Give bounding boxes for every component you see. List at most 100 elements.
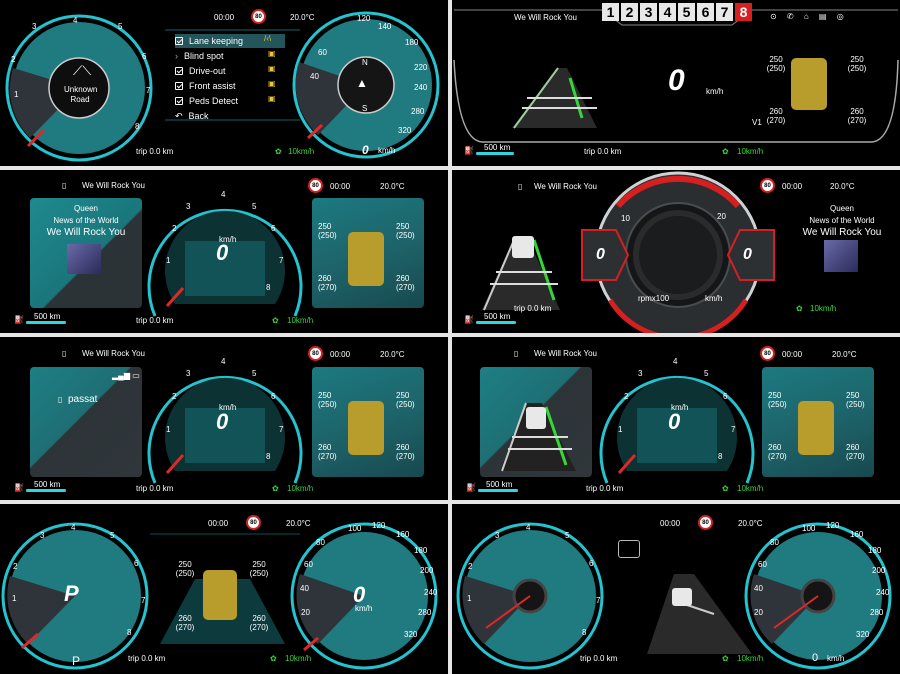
dist-top-left: 250 (250) (318, 391, 337, 409)
tach-label-6: 6 (134, 559, 139, 568)
clock: 00:00 (660, 519, 681, 528)
trip-value: trip 0.0 km (136, 147, 174, 156)
dist-top-right: 250 (250) (249, 560, 269, 578)
speed-unit: km/h (355, 604, 373, 613)
clock: 00:00 (782, 350, 803, 359)
clock: 00:00 (330, 350, 351, 359)
speed-limit-sign: 80 (308, 178, 323, 193)
menu-item-peds-detect[interactable]: Peds Detect (175, 94, 238, 108)
dist-bottom-left: 260 (270) (318, 274, 337, 292)
range-bar (26, 489, 66, 492)
rpm-unit: km/h (671, 403, 689, 412)
speed-label-200: 200 (872, 566, 886, 575)
media-artist: Queen (73, 204, 99, 213)
eco-icon: ✿ (722, 654, 729, 663)
checkbox-icon (175, 97, 183, 105)
clock: 00:00 (208, 519, 229, 528)
tach-label-6: 6 (142, 52, 147, 61)
trip-value: trip 0.0 km (584, 147, 622, 156)
eco-icon: ✿ (272, 316, 279, 325)
clock: 00:00 (782, 182, 803, 191)
menu-item-blind-spot[interactable]: › Blind spot (175, 49, 224, 63)
tach-label-7: 7 (141, 596, 146, 605)
rpm-unit: km/h (219, 403, 237, 412)
dist-bottom-left: 260 (270) (175, 614, 195, 632)
fuel-icon: ⛽ (14, 315, 24, 324)
tach-label-3: 3 (638, 369, 643, 378)
gear-4: 4 (659, 3, 676, 21)
speed-label-100: 100 (348, 524, 362, 533)
speed-unit: km/h (827, 654, 845, 663)
tach-label-1: 1 (166, 256, 171, 265)
media-card[interactable]: Queen News of the World We Will Rock You (30, 198, 142, 308)
tach-label-2: 2 (13, 562, 18, 571)
eco-icon: ✿ (272, 484, 279, 493)
dist-top-left: 250 (250) (766, 55, 786, 73)
gear-7: 7 (716, 3, 733, 21)
checkbox-icon (175, 67, 183, 75)
gear-2: 2 (621, 3, 638, 21)
range-bar (478, 489, 518, 492)
menu-item-back[interactable]: ↶ Back (175, 109, 209, 123)
tach-label-7: 7 (146, 86, 151, 95)
phone-icon: ▯ (518, 182, 523, 191)
speed-limit-sign: 80 (760, 346, 775, 361)
dist-bottom-right: 260 (270) (847, 107, 867, 125)
cluster-panel-media: ▯ We Will Rock You Queen News of the Wor… (0, 170, 448, 333)
speed-unit: km/h (378, 146, 396, 155)
dist-bottom-right: 260 (270) (396, 443, 415, 461)
media-title: We Will Rock You (46, 227, 126, 238)
cluster-panel-park: P P 4 5 6 7 8 3 2 1 00:00 80 20.0°C 250 … (0, 504, 448, 674)
driveout-icon: ▣ (268, 64, 276, 73)
phone-device-name: passat (68, 394, 98, 405)
speed-label-40: 40 (300, 584, 309, 593)
checkbox-icon (175, 37, 183, 45)
speed-label-180: 180 (414, 546, 428, 555)
phone-card[interactable]: ▂▄▆ ▭ ▯ passat (30, 367, 142, 477)
dist-top-right: 250 (250) (846, 391, 865, 409)
tach-label-1: 1 (14, 90, 19, 99)
speed-label-180: 180 (868, 546, 882, 555)
speed-label-280: 280 (870, 608, 884, 617)
lane-card[interactable] (480, 367, 592, 477)
peds-icon: ▣ (268, 94, 276, 103)
clock: 00:00 (214, 13, 235, 22)
speed-label-100: 100 (802, 524, 816, 533)
lane-icon: /‹\ (264, 34, 272, 43)
dist-top-right: 250 (250) (396, 391, 415, 409)
speed-label-240: 240 (876, 588, 890, 597)
checkbox-icon (175, 82, 183, 90)
car-image (203, 570, 237, 620)
tach-label-1: 1 (467, 594, 472, 603)
gear-strip: 1 2 3 4 5 6 7 8 (602, 3, 752, 21)
menu-item-front-assist[interactable]: Front assist (175, 79, 236, 93)
gear-indicator: P (64, 581, 79, 606)
tach-label-5: 5 (252, 202, 257, 211)
car-rear-icon (672, 588, 692, 606)
speed-label-80: 80 (316, 538, 325, 547)
temperature: 20.0°C (738, 519, 763, 528)
car-status-card: 250 (250) 250 (250) 260 (270) 260 (270) (312, 198, 424, 308)
car-image (791, 58, 827, 110)
menu-item-drive-out[interactable]: Drive-out (175, 64, 226, 78)
eco-speed: 10km/h (287, 316, 314, 325)
gear-5: 5 (678, 3, 695, 21)
tach-label-4: 4 (673, 357, 678, 366)
temperature: 20.0°C (830, 182, 855, 191)
car-image (348, 232, 384, 286)
tach-label-1: 1 (12, 594, 17, 603)
status-icons: ⊙ ✆ ⌂ ▤ ◎ (770, 12, 848, 21)
dist-top-left: 250 (250) (175, 560, 195, 578)
speed-label-60: 60 (758, 560, 767, 569)
song-label: We Will Rock You (82, 181, 145, 190)
speed-label-240: 240 (414, 83, 428, 92)
cluster-panel-sport: We Will Rock You 1 2 3 4 5 6 7 8 ⊙ ✆ ⌂ ▤… (452, 0, 900, 166)
phone-device-icon: ▯ (58, 395, 63, 404)
eco-icon: ✿ (275, 147, 282, 156)
speed-label-120: 120 (357, 14, 371, 23)
media-album: News of the World (53, 216, 119, 225)
trip-value: trip 0.0 km (580, 654, 618, 663)
speed-label-40: 40 (310, 72, 319, 81)
speed-label-160: 160 (850, 530, 864, 539)
dial-label-10: 10 (621, 214, 630, 223)
